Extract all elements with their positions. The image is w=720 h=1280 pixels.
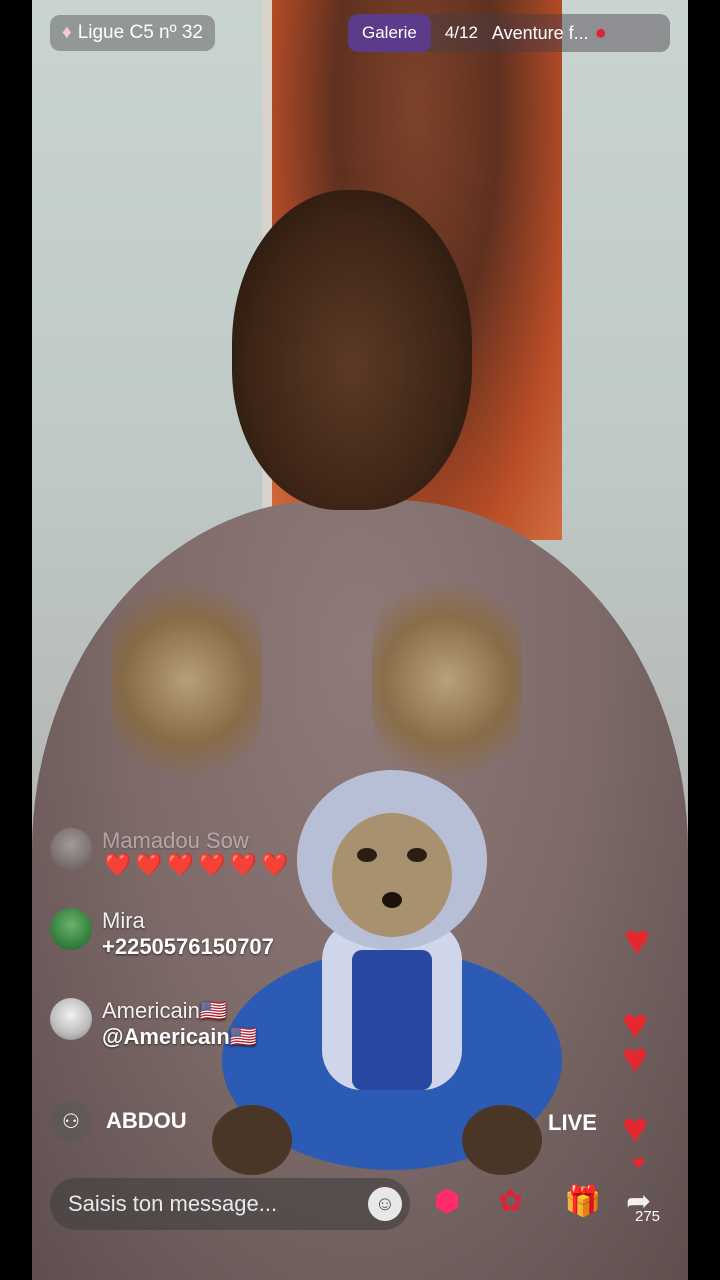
comment-text: @Americain🇺🇸 <box>102 1024 258 1049</box>
comment-text: +2250576150707 <box>102 934 274 959</box>
comment-username: Mamadou Sow <box>102 828 249 853</box>
meerkat-sticker <box>212 770 562 1175</box>
comment-item[interactable]: Americain🇺🇸 @Americain🇺🇸 <box>50 998 257 1050</box>
live-video-stream[interactable] <box>32 0 688 1280</box>
rose-icon[interactable]: ✿ <box>498 1184 523 1219</box>
floating-heart-icon: ♥ <box>632 1150 646 1175</box>
avatar <box>50 908 92 950</box>
share-count: 275 <box>635 1208 661 1225</box>
join-username: ABDOU <box>106 1108 187 1133</box>
person-icon: ⚇ <box>50 1100 92 1142</box>
streamer-head <box>232 190 472 510</box>
top-right-panel[interactable]: Galerie 4/12 Aventure f... ● <box>348 14 670 52</box>
tab-aventure[interactable]: Aventure f... <box>492 23 589 44</box>
avatar <box>50 998 92 1040</box>
diamond-icon: ♦ <box>62 22 72 43</box>
gift-icon[interactable]: 🎁 <box>564 1184 601 1219</box>
floating-heart-icon: ♥ <box>624 916 651 965</box>
cherry-icon: ● <box>594 21 607 44</box>
comment-hearts: ❤️❤️❤️❤️❤️❤️ <box>104 852 293 877</box>
comment-username: Mira <box>102 908 145 933</box>
comment-item[interactable]: Mira +2250576150707 <box>50 908 274 960</box>
league-badge[interactable]: ♦ Ligue C5 nº 32 <box>50 15 215 51</box>
league-label: Ligue C5 nº 32 <box>77 22 203 43</box>
message-placeholder: Saisis ton message... <box>68 1191 278 1216</box>
galerie-label: Galerie <box>362 23 417 42</box>
page-counter: 4/12 <box>444 23 478 42</box>
tab-galerie[interactable]: Galerie <box>348 14 431 52</box>
floating-heart-icon: ♥ <box>622 1034 649 1083</box>
emoji-button[interactable]: ☺ <box>368 1187 402 1221</box>
live-label: LIVE <box>548 1110 597 1135</box>
comment-username: Americain🇺🇸 <box>102 998 228 1023</box>
floating-heart-icon: ♥ <box>622 1104 649 1153</box>
interaction-icon[interactable]: ⬢ <box>434 1184 460 1219</box>
join-notice: ⚇ ABDOU <box>50 1100 187 1142</box>
message-input[interactable]: Saisis ton message... <box>50 1178 410 1230</box>
avatar <box>50 828 92 870</box>
